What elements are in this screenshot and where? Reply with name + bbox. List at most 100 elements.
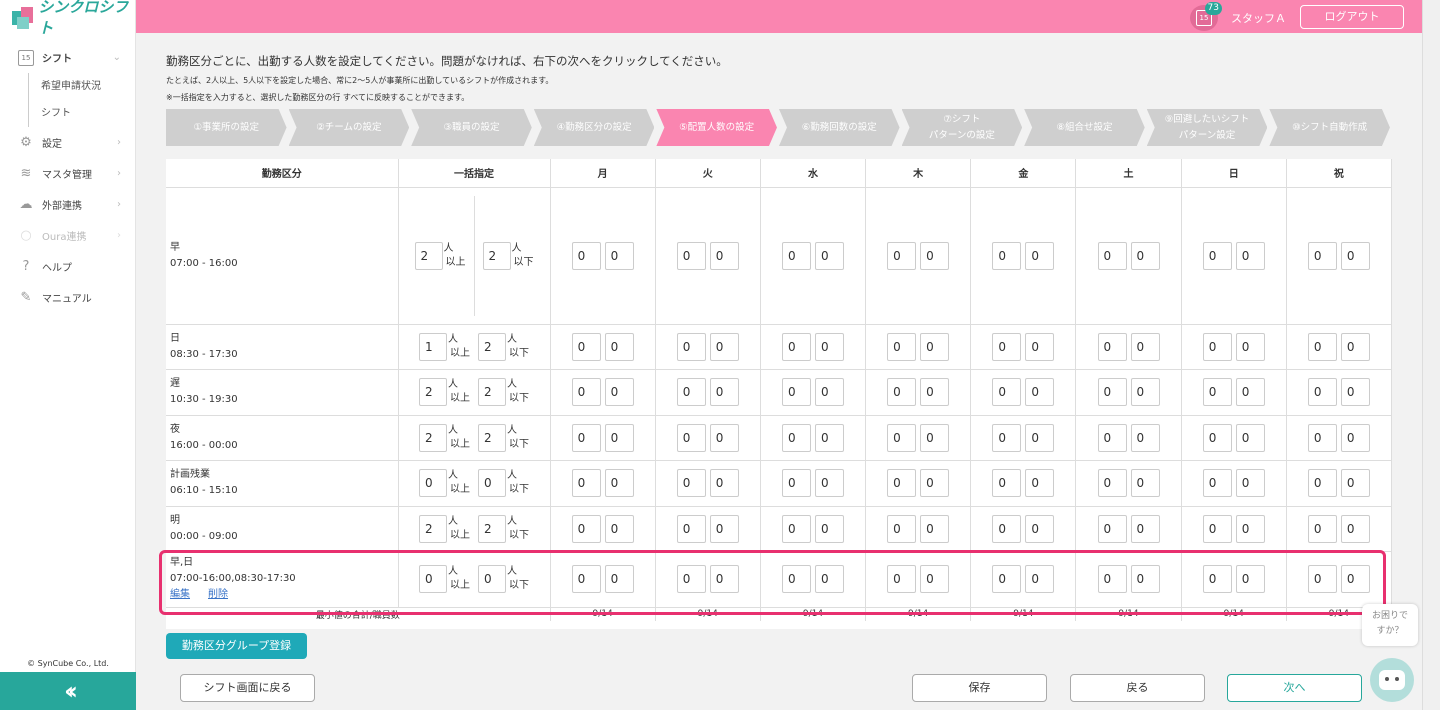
- day-min-input[interactable]: 0: [887, 423, 917, 452]
- day-max-input[interactable]: 0: [814, 469, 844, 497]
- sidebar-item-master[interactable]: ≋ マスタ管理 ›: [0, 158, 135, 189]
- day-min-input[interactable]: 0: [992, 332, 1022, 361]
- day-min-input[interactable]: 0: [1097, 423, 1127, 452]
- help-bubble[interactable]: お困りで すか？: [1362, 604, 1418, 646]
- day-max-input[interactable]: 0: [814, 241, 844, 270]
- page-scrollbar[interactable]: [1422, 0, 1440, 710]
- logout-button[interactable]: ログアウト: [1300, 5, 1404, 29]
- day-min-input[interactable]: 0: [887, 514, 917, 543]
- bulk-min-input[interactable]: 0: [419, 565, 447, 593]
- day-min-input[interactable]: 0: [1097, 378, 1127, 406]
- day-min-input[interactable]: 0: [571, 565, 601, 593]
- day-min-input[interactable]: 0: [676, 514, 706, 543]
- day-max-input[interactable]: 0: [1340, 423, 1370, 452]
- day-max-input[interactable]: 0: [1235, 378, 1265, 406]
- help-robot-icon[interactable]: [1370, 658, 1414, 702]
- register-shift-group-button[interactable]: 勤務区分グループ登録: [166, 633, 307, 659]
- save-button[interactable]: 保存: [912, 674, 1047, 702]
- day-min-input[interactable]: 0: [1202, 378, 1232, 406]
- day-max-input[interactable]: 0: [1025, 378, 1055, 406]
- day-max-input[interactable]: 0: [814, 514, 844, 543]
- day-max-input[interactable]: 0: [1025, 514, 1055, 543]
- bulk-min-input[interactable]: 0: [419, 469, 447, 497]
- day-min-input[interactable]: 0: [992, 423, 1022, 452]
- day-min-input[interactable]: 0: [676, 378, 706, 406]
- day-min-input[interactable]: 0: [887, 378, 917, 406]
- day-max-input[interactable]: 0: [1025, 469, 1055, 497]
- day-min-input[interactable]: 0: [1202, 514, 1232, 543]
- day-min-input[interactable]: 0: [676, 241, 706, 270]
- day-min-input[interactable]: 0: [571, 469, 601, 497]
- day-max-input[interactable]: 0: [814, 423, 844, 452]
- day-max-input[interactable]: 0: [920, 514, 950, 543]
- day-min-input[interactable]: 0: [1097, 332, 1127, 361]
- sidebar-subitem-shift[interactable]: シフト: [29, 100, 135, 127]
- day-max-input[interactable]: 0: [920, 241, 950, 270]
- bulk-max-input[interactable]: 2: [482, 241, 511, 270]
- day-min-input[interactable]: 0: [1307, 565, 1337, 593]
- day-min-input[interactable]: 0: [992, 469, 1022, 497]
- wizard-step-5[interactable]: ⑤配置人数の設定: [656, 109, 777, 146]
- day-max-input[interactable]: 0: [1025, 423, 1055, 452]
- day-min-input[interactable]: 0: [571, 332, 601, 361]
- day-max-input[interactable]: 0: [1130, 565, 1160, 593]
- day-min-input[interactable]: 0: [781, 469, 811, 497]
- bulk-max-input[interactable]: 0: [478, 565, 506, 593]
- day-min-input[interactable]: 0: [1202, 241, 1232, 270]
- day-min-input[interactable]: 0: [1097, 469, 1127, 497]
- day-min-input[interactable]: 0: [781, 565, 811, 593]
- day-max-input[interactable]: 0: [1340, 565, 1370, 593]
- day-max-input[interactable]: 0: [1130, 241, 1160, 270]
- bulk-min-input[interactable]: 2: [419, 514, 447, 543]
- day-min-input[interactable]: 0: [571, 423, 601, 452]
- day-max-input[interactable]: 0: [1340, 378, 1370, 406]
- day-max-input[interactable]: 0: [1130, 332, 1160, 361]
- day-min-input[interactable]: 0: [887, 469, 917, 497]
- day-max-input[interactable]: 0: [709, 241, 739, 270]
- day-max-input[interactable]: 0: [604, 332, 634, 361]
- day-min-input[interactable]: 0: [781, 423, 811, 452]
- day-min-input[interactable]: 0: [676, 332, 706, 361]
- day-min-input[interactable]: 0: [781, 241, 811, 270]
- day-min-input[interactable]: 0: [781, 332, 811, 361]
- back-button[interactable]: 戻る: [1070, 674, 1205, 702]
- bulk-min-input[interactable]: 1: [419, 332, 447, 361]
- day-min-input[interactable]: 0: [1202, 332, 1232, 361]
- day-min-input[interactable]: 0: [781, 514, 811, 543]
- day-min-input[interactable]: 0: [676, 469, 706, 497]
- day-min-input[interactable]: 0: [1202, 469, 1232, 497]
- day-max-input[interactable]: 0: [604, 378, 634, 406]
- bulk-max-input[interactable]: 2: [478, 378, 506, 406]
- day-min-input[interactable]: 0: [1307, 514, 1337, 543]
- wizard-step-4[interactable]: ④勤務区分の設定: [534, 109, 655, 146]
- wizard-step-1[interactable]: ①事業所の設定: [166, 109, 287, 146]
- day-min-input[interactable]: 0: [571, 241, 601, 270]
- day-min-input[interactable]: 0: [1097, 241, 1127, 270]
- edit-link[interactable]: 編集: [170, 587, 190, 603]
- day-max-input[interactable]: 0: [604, 469, 634, 497]
- day-min-input[interactable]: 0: [992, 378, 1022, 406]
- day-max-input[interactable]: 0: [1235, 241, 1265, 270]
- wizard-step-7[interactable]: ⑦シフト パターンの設定: [902, 109, 1023, 146]
- day-min-input[interactable]: 0: [887, 565, 917, 593]
- bulk-max-input[interactable]: 2: [478, 332, 506, 361]
- day-min-input[interactable]: 0: [1307, 241, 1337, 270]
- day-max-input[interactable]: 0: [920, 378, 950, 406]
- day-max-input[interactable]: 0: [1025, 241, 1055, 270]
- day-max-input[interactable]: 0: [1235, 469, 1265, 497]
- back-to-shift-screen-button[interactable]: シフト画面に戻る: [180, 674, 315, 702]
- day-max-input[interactable]: 0: [709, 469, 739, 497]
- day-max-input[interactable]: 0: [1235, 423, 1265, 452]
- wizard-step-9[interactable]: ⑨回避したいシフト パターン設定: [1147, 109, 1268, 146]
- wizard-step-3[interactable]: ③職員の設定: [411, 109, 532, 146]
- sidebar-item-settings[interactable]: ⚙ 設定 ›: [0, 127, 135, 158]
- delete-link[interactable]: 削除: [208, 587, 228, 603]
- sidebar-item-help[interactable]: ? ヘルプ: [0, 251, 135, 282]
- day-max-input[interactable]: 0: [920, 332, 950, 361]
- wizard-step-8[interactable]: ⑧組合せ設定: [1024, 109, 1145, 146]
- day-max-input[interactable]: 0: [709, 565, 739, 593]
- day-max-input[interactable]: 0: [920, 423, 950, 452]
- day-max-input[interactable]: 0: [1235, 565, 1265, 593]
- bulk-max-input[interactable]: 0: [478, 469, 506, 497]
- bulk-min-input[interactable]: 2: [419, 423, 447, 452]
